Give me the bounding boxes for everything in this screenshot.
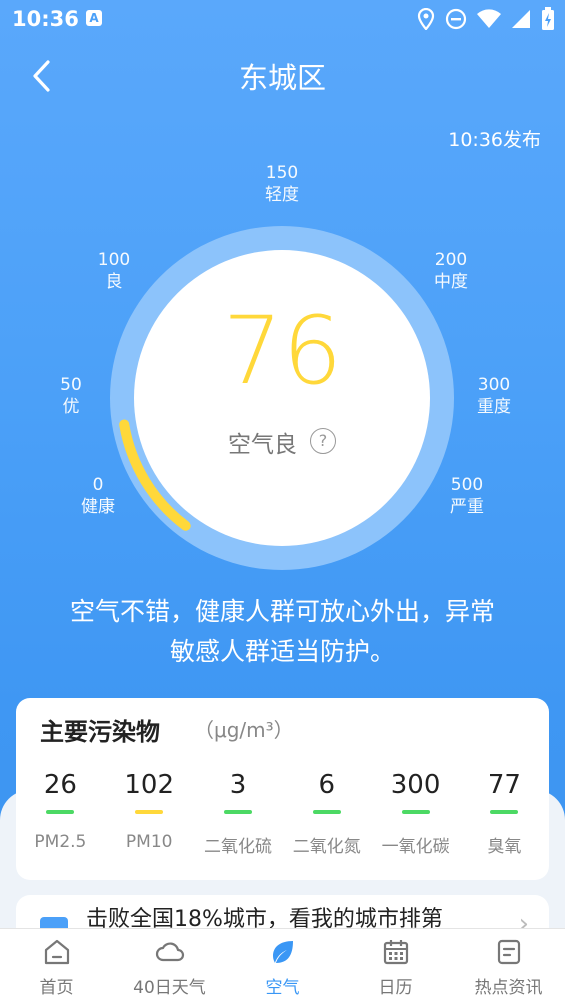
pollutant-value: 6	[318, 770, 336, 800]
page-title: 东城区	[238, 61, 326, 95]
cloud-icon	[155, 942, 184, 962]
pollutants-title: 主要污染物	[40, 718, 160, 746]
news-icon	[497, 939, 520, 965]
pollutant-value: 77	[487, 770, 521, 800]
pollutant-level-bar	[46, 810, 75, 814]
pollutant-co[interactable]: 300 一氧化碳	[371, 770, 460, 857]
pollutant-o3[interactable]: 77 臭氧	[460, 770, 549, 857]
pollutant-so2[interactable]: 3 二氧化硫	[194, 770, 283, 857]
pollutant-level-bar	[135, 810, 164, 814]
bottom-nav: 首页 40日天气 空气 日历 热点资讯	[0, 928, 565, 1005]
nav-label: 首页	[39, 978, 74, 998]
nav-label: 40日天气	[133, 978, 206, 998]
health-advice: 空气不错，健康人群可放心外出，异常 敏感人群适当防护。	[20, 592, 545, 672]
pollutant-value: 3	[229, 770, 247, 800]
gauge-tick-500: 500 严重	[450, 475, 484, 517]
publish-time: 10:36发布	[448, 129, 541, 151]
pollutant-name: PM10	[125, 832, 173, 852]
pollutant-level-bar	[223, 810, 252, 814]
gauge-tick-100: 100 良	[97, 250, 131, 292]
pollutant-name: PM2.5	[34, 832, 87, 852]
pollutant-value: 26	[43, 770, 77, 800]
home-icon	[44, 939, 69, 965]
pollutants-unit: （μg/m³）	[194, 718, 294, 742]
pollutants-card: 主要污染物 （μg/m³） 26 PM2.5 102 PM10 3 二氧化硫 6…	[16, 698, 549, 880]
leaf-icon	[272, 941, 293, 963]
pollutant-value: 300	[390, 770, 441, 800]
nav-calendar[interactable]: 日历	[339, 929, 452, 1005]
status-bar: 10:36 A	[0, 0, 565, 38]
gauge-tick-0: 0 健康	[81, 475, 115, 517]
pollutant-name: 二氧化氮	[292, 837, 361, 857]
pollutant-value: 102	[124, 770, 175, 800]
pollutant-name: 臭氧	[487, 837, 522, 857]
pollutant-name: 一氧化碳	[381, 837, 450, 857]
gauge-tick-200: 200 中度	[434, 250, 468, 292]
help-icon[interactable]: ?	[310, 428, 336, 454]
status-time: 10:36	[12, 7, 79, 31]
pollutant-list: 26 PM2.5 102 PM10 3 二氧化硫 6 二氧化氮 300 一氧化碳…	[16, 770, 549, 857]
nav-home[interactable]: 首页	[0, 929, 113, 1005]
aqi-value: 76	[222, 297, 343, 406]
gauge-tick-150: 150 轻度	[265, 163, 299, 205]
notification-icon: A	[86, 10, 102, 26]
nav-label: 日历	[378, 978, 413, 998]
nav-hot-news[interactable]: 热点资讯	[452, 929, 565, 1005]
pollutant-level-bar	[312, 810, 341, 814]
location-icon	[417, 7, 435, 34]
nav-label: 热点资讯	[474, 978, 543, 998]
pollutant-level-bar	[490, 810, 519, 814]
advice-line-1: 空气不错，健康人群可放心外出，异常	[69, 597, 495, 626]
nav-40day-weather[interactable]: 40日天气	[113, 929, 226, 1005]
wifi-icon	[477, 9, 501, 33]
aqi-level: 空气良	[228, 432, 297, 458]
calendar-icon	[383, 940, 408, 965]
pollutant-name: 二氧化硫	[203, 837, 272, 857]
battery-icon	[541, 7, 555, 35]
signal-icon	[511, 9, 531, 33]
pollutant-pm10[interactable]: 102 PM10	[105, 770, 194, 857]
nav-label: 空气	[265, 978, 300, 998]
pollutant-level-bar	[401, 810, 430, 814]
dnd-icon	[445, 8, 467, 34]
pollutant-pm25[interactable]: 26 PM2.5	[16, 770, 105, 857]
pollutant-no2[interactable]: 6 二氧化氮	[282, 770, 371, 857]
nav-air[interactable]: 空气	[226, 929, 339, 1005]
advice-line-2: 敏感人群适当防护。	[169, 637, 395, 666]
